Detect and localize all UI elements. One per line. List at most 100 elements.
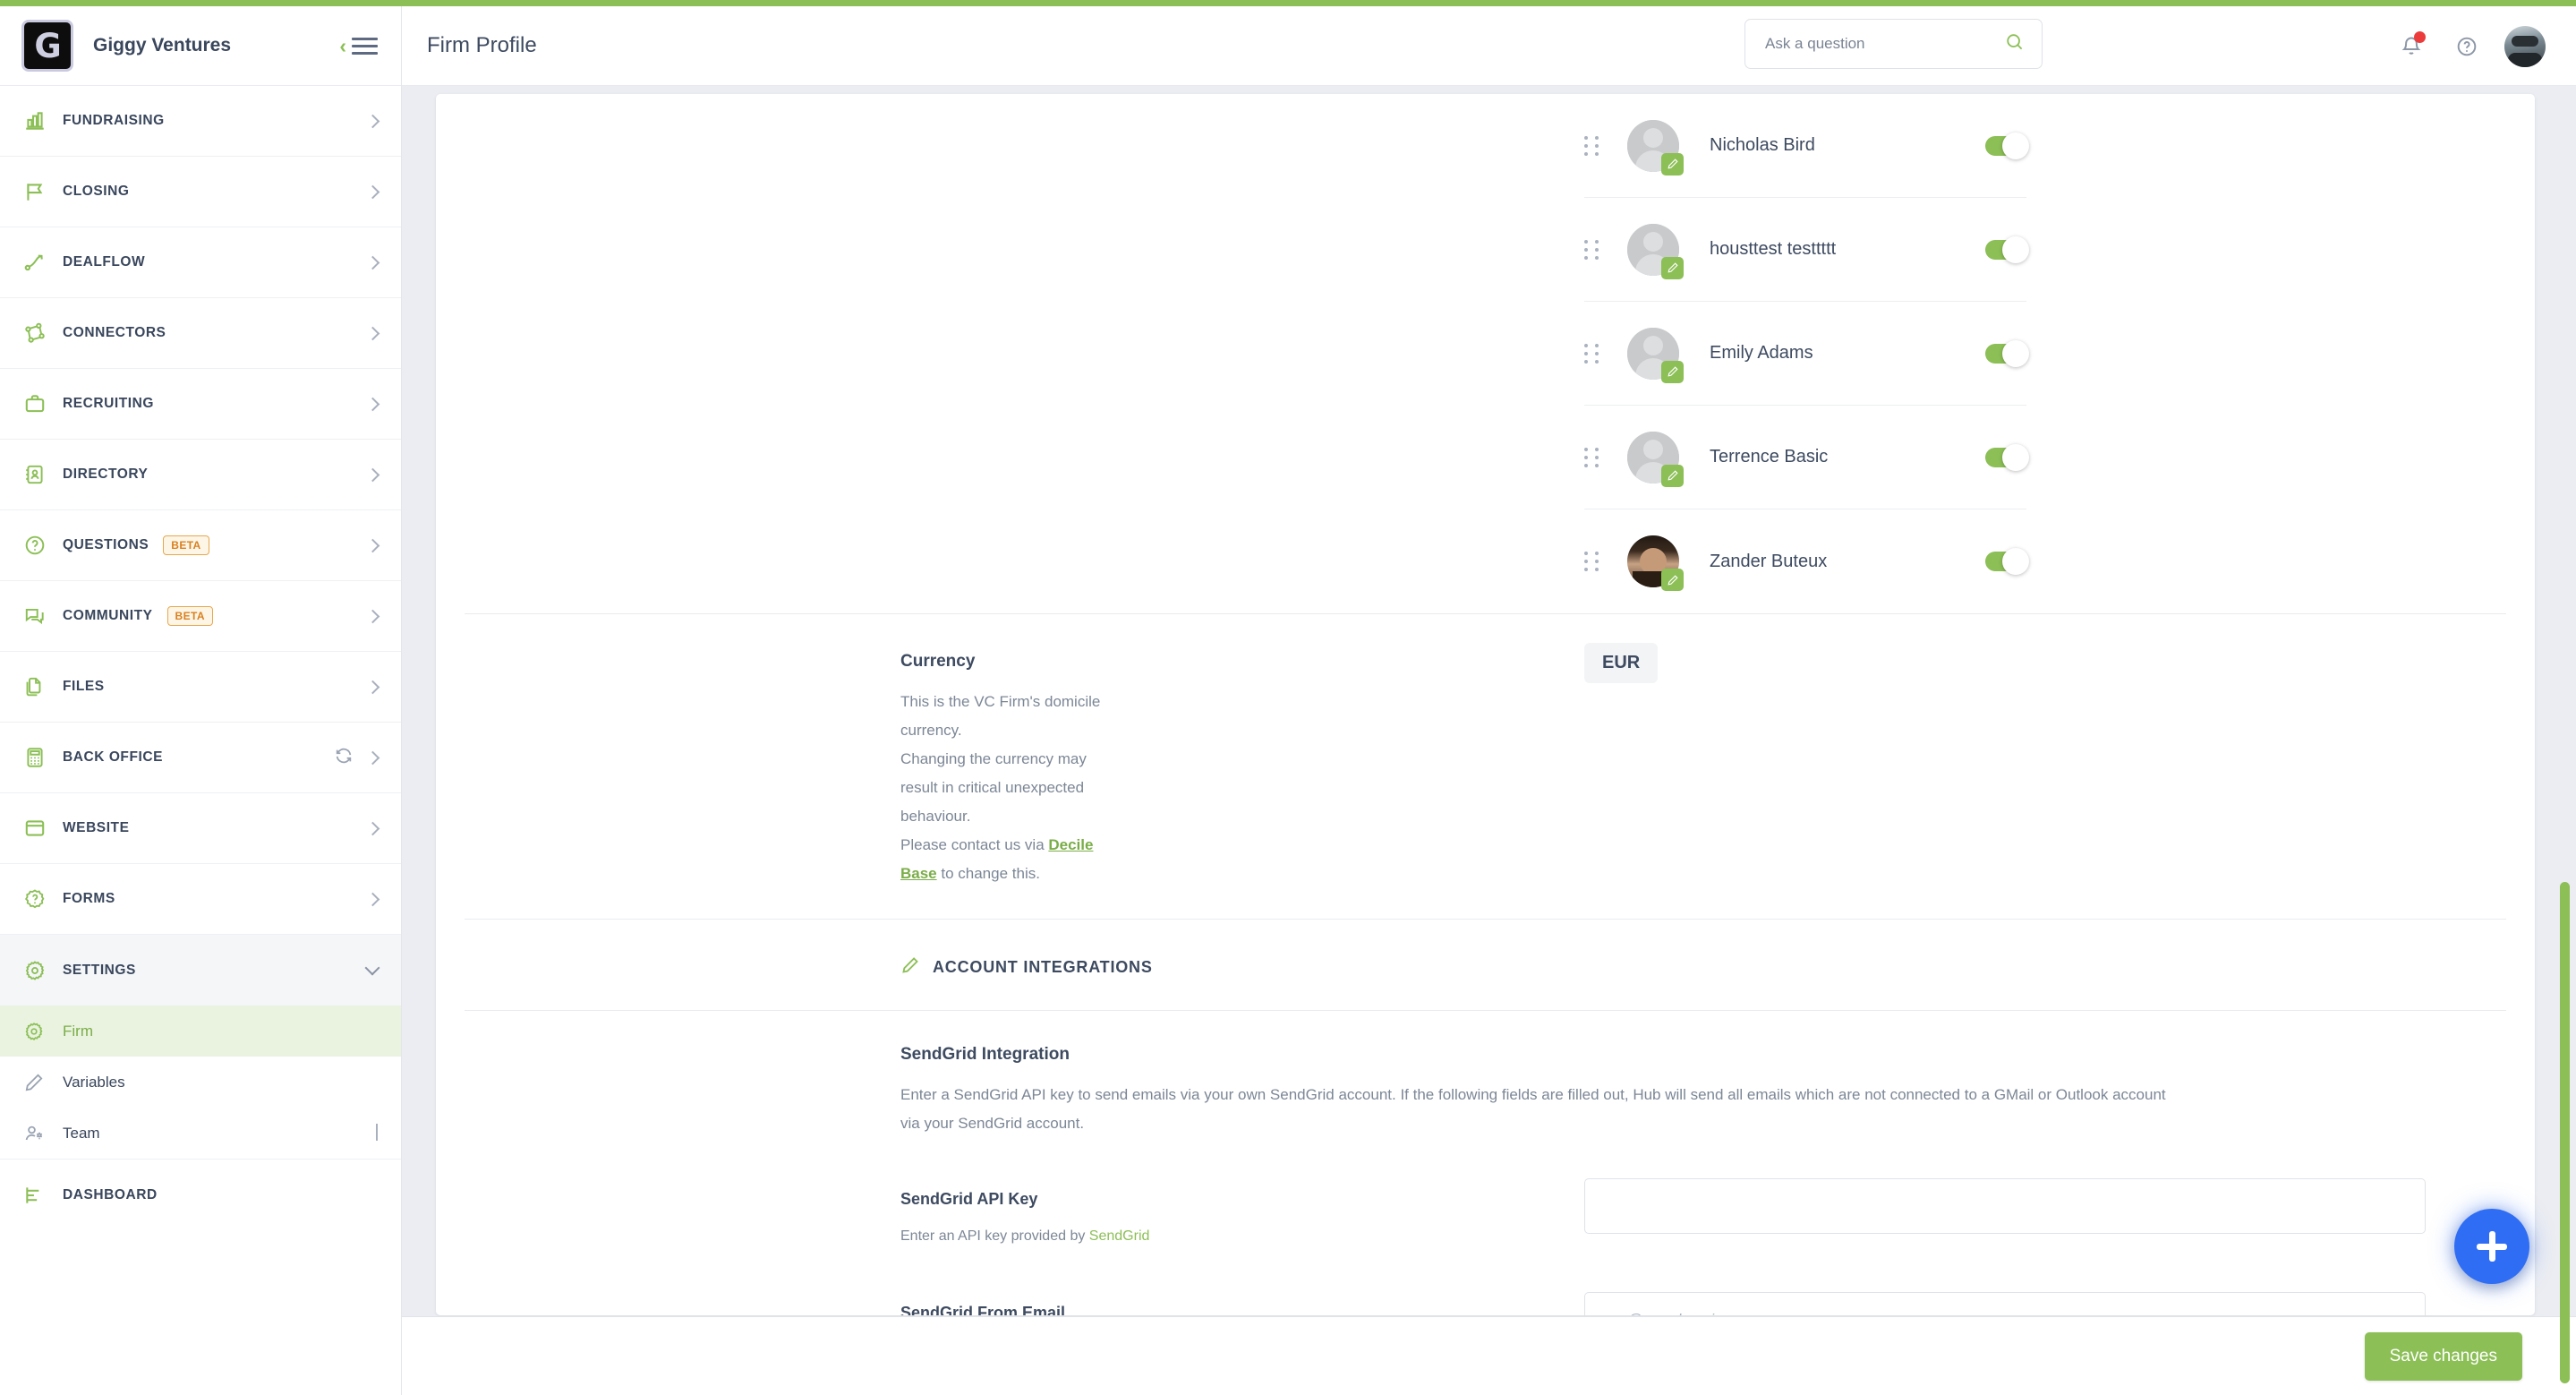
sidebar-item-files[interactable]: FILES	[0, 652, 401, 723]
chat-bubbles-icon	[23, 604, 63, 628]
sidebar-item-forms[interactable]: FORMS	[0, 864, 401, 935]
drag-handle-icon[interactable]	[1584, 552, 1604, 571]
save-changes-button[interactable]: Save changes	[2364, 1331, 2522, 1381]
sidebar-subitem-label: Team	[63, 1124, 100, 1142]
member-toggle[interactable]	[1985, 132, 2029, 159]
avatar	[1627, 327, 1684, 383]
dashboard-bars-icon	[23, 1184, 63, 1207]
search-input[interactable]	[1765, 35, 2004, 53]
pencil-edit-icon	[900, 955, 920, 980]
sidebar-item-connectors[interactable]: CONNECTORS	[0, 298, 401, 369]
footer-bar: Save changes	[402, 1316, 2576, 1395]
currency-title: Currency	[900, 652, 976, 671]
user-avatar[interactable]	[2504, 25, 2546, 67]
table-row[interactable]: housttest testtttt	[1584, 198, 2029, 302]
drag-handle-icon[interactable]	[1584, 343, 1604, 364]
table-row[interactable]: Zander Buteux	[1584, 509, 2029, 613]
sendgrid-link[interactable]: SendGrid	[1089, 1228, 1150, 1244]
nav-right	[365, 326, 380, 340]
search-icon[interactable]	[2004, 31, 2026, 57]
sidebar-item-team[interactable]: Team	[0, 1108, 401, 1159]
member-toggle[interactable]	[1985, 548, 2029, 575]
table-row[interactable]: Nicholas Bird	[1584, 94, 2029, 198]
nav-right	[334, 746, 380, 770]
page-scrollbar[interactable]	[2560, 882, 2570, 1383]
sidebar-item-questions[interactable]: QUESTIONS BETA	[0, 510, 401, 581]
sendgrid-api-key-field: SendGrid API Key Enter an API key provid…	[900, 1178, 2535, 1245]
currency-desc-post: to change this.	[936, 864, 1040, 882]
nav-right	[365, 821, 380, 835]
edit-avatar-icon[interactable]	[1661, 360, 1684, 383]
sidebar-collapse-button[interactable]: ‹	[339, 35, 378, 56]
sidebar-item-fundraising[interactable]: FUNDRAISING	[0, 86, 401, 157]
sidebar-item-firm[interactable]: Firm	[0, 1006, 401, 1057]
sendgrid-from-email-field: SendGrid From Email Enter the "From" ema…	[900, 1292, 2535, 1315]
chevron-right-icon	[365, 255, 380, 270]
chevron-right-icon	[365, 821, 380, 835]
field-label: SendGrid From Email	[900, 1304, 1066, 1315]
sidebar-item-directory[interactable]: DIRECTORY	[0, 440, 401, 510]
pencil-icon	[23, 1072, 63, 1093]
nav-right	[365, 184, 380, 199]
section-heading-label: ACCOUNT INTEGRATIONS	[933, 957, 1153, 976]
sidebar-item-website[interactable]: WEBSITE	[0, 793, 401, 864]
sync-refresh-icon[interactable]	[334, 746, 354, 770]
search-box[interactable]	[1744, 19, 2043, 69]
user-settings-icon	[23, 1123, 63, 1144]
notifications-button[interactable]	[2393, 29, 2429, 64]
sidebar-item-label: FUNDRAISING	[63, 113, 165, 128]
top-accent-bar	[0, 0, 2576, 6]
chevron-down-icon	[364, 960, 380, 976]
drag-handle-icon[interactable]	[1584, 447, 1604, 467]
edit-avatar-icon[interactable]	[1661, 256, 1684, 279]
sidebar-item-settings[interactable]: SETTINGS	[0, 935, 401, 1006]
avatar	[1627, 431, 1684, 487]
beta-badge: BETA	[166, 606, 213, 626]
chevron-right-icon	[365, 114, 380, 128]
firm-logo[interactable]: G	[21, 20, 73, 72]
sidebar-item-label: BACK OFFICE	[63, 749, 163, 765]
member-toggle[interactable]	[1985, 339, 2029, 367]
sidebar-item-label: DEALFLOW	[63, 254, 146, 270]
table-row[interactable]: Terrence Basic	[1584, 406, 2029, 509]
member-name: Nicholas Bird	[1710, 135, 1815, 155]
sidebar-item-dealflow[interactable]: DEALFLOW	[0, 227, 401, 298]
avatar	[1627, 119, 1684, 175]
nav-right	[365, 397, 380, 411]
help-button[interactable]	[2449, 29, 2485, 64]
sidebar-item-back-office[interactable]: BACK OFFICE	[0, 723, 401, 793]
member-toggle[interactable]	[1985, 235, 2029, 263]
flag-icon	[23, 180, 63, 203]
bar-chart-icon	[23, 109, 63, 133]
currency-description: This is the VC Firm's domicile currency.…	[900, 688, 1125, 888]
sidebar-item-recruiting[interactable]: RECRUITING	[0, 369, 401, 440]
table-row[interactable]: Emily Adams	[1584, 302, 2029, 406]
sidebar-item-dashboard[interactable]: DASHBOARD	[0, 1160, 401, 1230]
edit-avatar-icon[interactable]	[1661, 569, 1684, 591]
member-toggle[interactable]	[1985, 443, 2029, 471]
sidebar-item-label: QUESTIONS	[63, 537, 149, 552]
edit-avatar-icon[interactable]	[1661, 152, 1684, 175]
field-help-pre: Enter an API key provided by	[900, 1228, 1089, 1245]
currency-value[interactable]: EUR	[1584, 643, 1659, 683]
content-scroll-area: Nicholas Bird housttest testtttt Emily A…	[402, 86, 2576, 1395]
drag-handle-icon[interactable]	[1584, 239, 1604, 260]
member-name: Terrence Basic	[1710, 447, 1829, 466]
sidebar-item-closing[interactable]: CLOSING	[0, 157, 401, 227]
member-name: Zander Buteux	[1710, 551, 1828, 571]
edit-avatar-icon[interactable]	[1661, 464, 1684, 487]
sendgrid-from-email-input[interactable]	[1584, 1292, 2426, 1315]
sidebar-item-label: CONNECTORS	[63, 325, 166, 340]
sidebar-item-label: RECRUITING	[63, 396, 154, 411]
nav-right	[365, 538, 380, 552]
sendgrid-api-key-input[interactable]	[1584, 1178, 2426, 1235]
sidebar-header: G Giggy Ventures ‹	[0, 6, 401, 86]
add-button[interactable]	[2454, 1209, 2529, 1284]
sidebar-item-community[interactable]: COMMUNITY BETA	[0, 581, 401, 652]
sidebar-item-variables[interactable]: Variables	[0, 1057, 401, 1108]
field-label: SendGrid API Key	[900, 1190, 1038, 1209]
chevron-right-icon	[365, 538, 380, 552]
badge-question-icon	[23, 887, 63, 911]
sidebar-nav: FUNDRAISING CLOSING DEALFLOW CONNECTORS …	[0, 86, 401, 1395]
drag-handle-icon[interactable]	[1584, 135, 1604, 156]
